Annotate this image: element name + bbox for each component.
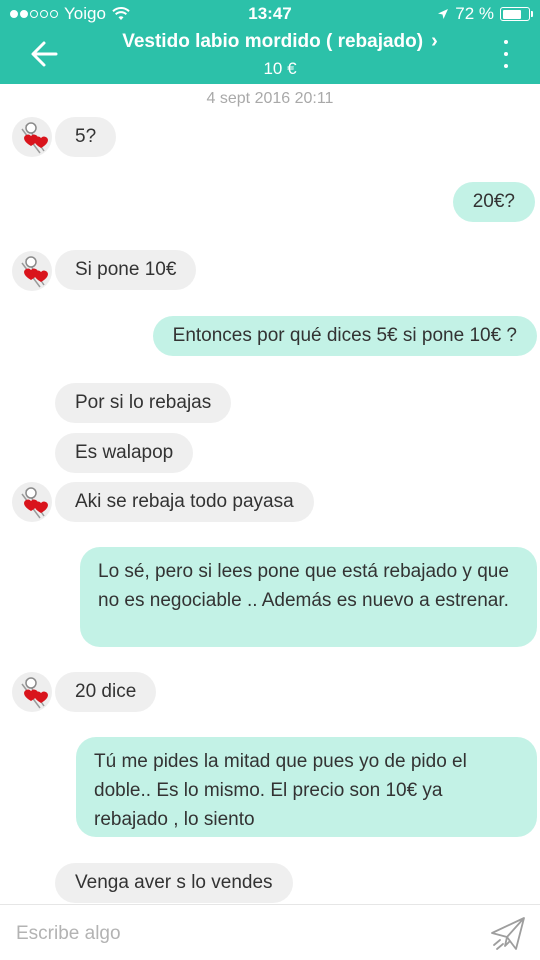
avatar: [12, 672, 52, 712]
incoming-message[interactable]: Aki se rebaja todo payasa: [55, 482, 314, 522]
paper-plane-icon: [491, 917, 525, 950]
avatar: [12, 117, 52, 157]
outgoing-message[interactable]: Entonces por qué dices 5€ si pone 10€ ?: [152, 316, 537, 356]
incoming-message[interactable]: 5?: [55, 117, 117, 157]
arrow-left-icon: [31, 41, 58, 67]
product-title: Vestido labio mordido ( rebajado) ›: [122, 30, 438, 52]
chevron-right-icon: ›: [431, 30, 438, 52]
incoming-message[interactable]: Por si lo rebajas: [55, 383, 232, 423]
message-input[interactable]: [16, 919, 456, 949]
lips-avatar-icon: [21, 256, 48, 288]
lips-avatar-icon: [21, 487, 48, 519]
outgoing-message[interactable]: Lo sé, pero si lees pone que está rebaja…: [80, 547, 537, 647]
lips-avatar-icon: [21, 122, 48, 154]
lips-avatar-icon: [21, 677, 48, 709]
location-arrow-icon: [438, 9, 449, 19]
status-bar: Yoigo 13:47 72 %: [0, 0, 540, 28]
send-button[interactable]: [488, 913, 528, 953]
battery-percent: 72 %: [455, 4, 494, 23]
back-button[interactable]: [26, 34, 66, 74]
incoming-message[interactable]: Venga aver s lo vendes: [55, 863, 293, 903]
battery-icon: [500, 7, 533, 21]
outgoing-message[interactable]: 20€?: [452, 182, 535, 222]
incoming-message[interactable]: 20 dice: [55, 672, 157, 712]
app-header: Yoigo 13:47 72 % Vestido labio mordido (…: [0, 0, 540, 84]
product-price: 10 €: [263, 59, 297, 78]
outgoing-message[interactable]: Tú me pides la mitad que pues yo de pido…: [76, 737, 537, 837]
more-options-button[interactable]: [496, 36, 516, 72]
avatar: [12, 251, 52, 291]
avatar: [12, 482, 52, 522]
more-vertical-icon: [504, 40, 508, 44]
product-title-link[interactable]: Vestido labio mordido ( rebajado) › 10 €: [80, 30, 480, 79]
message-composer: [0, 904, 540, 960]
incoming-message[interactable]: Si pone 10€: [55, 250, 197, 290]
conversation-timestamp: 4 sept 2016 20:11: [206, 90, 334, 107]
incoming-message[interactable]: Es walapop: [55, 433, 194, 473]
